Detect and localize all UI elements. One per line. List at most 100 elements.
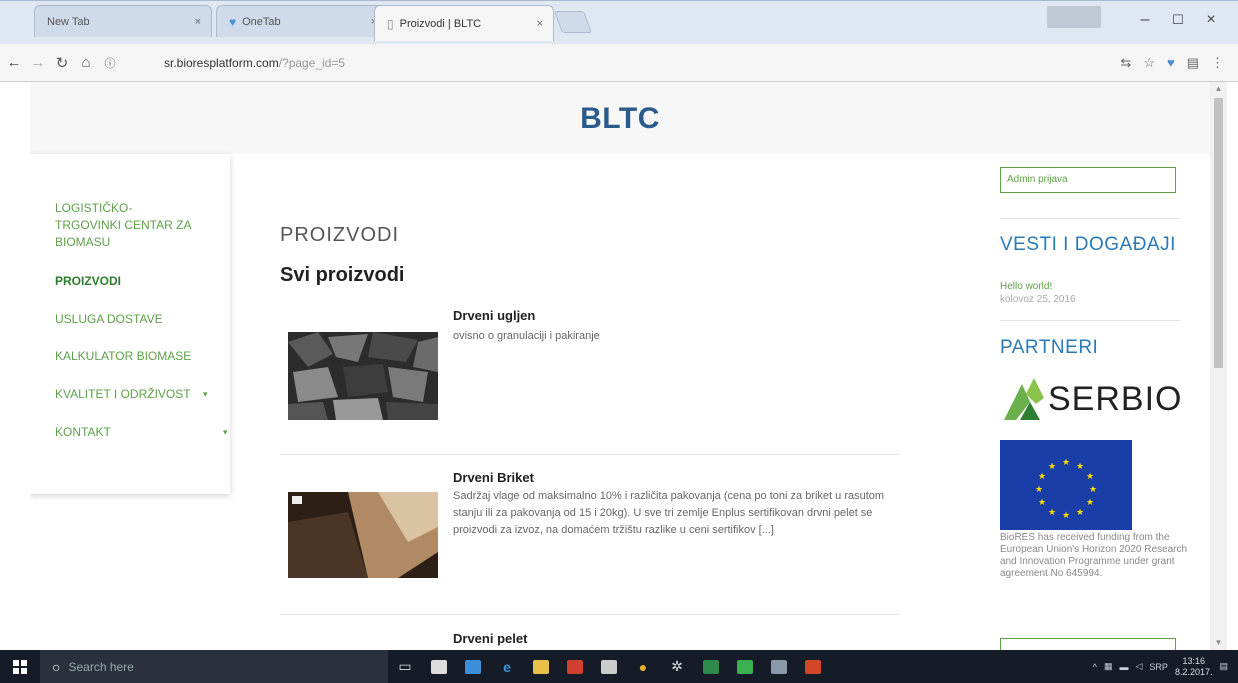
back-icon[interactable]: ← (4, 54, 24, 71)
tab-new-tab[interactable]: New Tab × (34, 5, 212, 37)
product-title[interactable]: Drveni pelet (453, 631, 527, 646)
scroll-up-icon[interactable]: ▲ (1210, 82, 1227, 96)
windows-icon (13, 659, 27, 674)
menu-icon[interactable]: ⋮ (1211, 55, 1224, 71)
pdf-icon[interactable] (558, 650, 592, 683)
taskbar: ○ Search here ▭ e ● ✲ ^ ▦ ▬ ◁ SRP 13:16 … (0, 650, 1238, 683)
tab-label: New Tab (47, 15, 90, 28)
briket-image (288, 492, 438, 578)
product-image-charcoal[interactable] (288, 332, 438, 420)
product-title[interactable]: Drveni Briket (453, 470, 534, 485)
svg-text:★: ★ (1076, 508, 1084, 518)
star-icon[interactable]: ☆ (1143, 55, 1155, 71)
minimize-icon[interactable]: – (1130, 7, 1160, 33)
svg-text:★: ★ (1048, 508, 1056, 518)
file-explorer-icon[interactable] (524, 650, 558, 683)
maximize-icon[interactable]: ☐ (1163, 7, 1193, 33)
nav-item-usluga-dostave[interactable]: USLUGA DOSTAVE (55, 311, 163, 328)
eu-stars-icon: ★ ★★ ★★★ ★★★ ★★★ (1035, 458, 1097, 521)
clock[interactable]: 13:16 8.2.2017. (1175, 656, 1213, 678)
network-icon[interactable]: ▦ (1104, 661, 1113, 672)
powerpoint-icon[interactable] (796, 650, 830, 683)
svg-text:★: ★ (1076, 462, 1084, 472)
nav-item-proizvodi[interactable]: PROIZVODI (55, 273, 121, 290)
scroll-down-icon[interactable]: ▼ (1210, 636, 1227, 650)
news-heading: VESTI I DOGAĐAJI (1000, 234, 1176, 255)
info-icon[interactable]: ⓘ (100, 55, 120, 71)
extension-icon[interactable]: ▤ (1187, 55, 1199, 71)
settings-icon[interactable]: ✲ (660, 650, 694, 683)
tab-label: Proizvodi | BLTC (399, 17, 482, 30)
submenu-indicator-icon: ▾ (203, 389, 208, 399)
toolbar-icons: ⇆ ☆ ♥ ▤ ⋮ (1120, 55, 1224, 71)
clock-date: 8.2.2017. (1174, 666, 1213, 677)
home-icon[interactable]: ⌂ (76, 54, 96, 71)
store-icon[interactable] (422, 650, 456, 683)
admin-login-link[interactable]: Admin prijava (1000, 167, 1176, 193)
chrome-icon[interactable]: ● (626, 650, 660, 683)
app-icon[interactable] (762, 650, 796, 683)
people-icon[interactable] (456, 650, 490, 683)
url-field[interactable]: sr.bioresplatform.com/?page_id=5 (164, 53, 1064, 73)
nav-item-kontakt[interactable]: KONTAKT ▾ (55, 424, 235, 441)
svg-text:★: ★ (1089, 485, 1097, 495)
product-title[interactable]: Drveni ugljen (453, 308, 535, 323)
new-tab-button[interactable] (553, 11, 593, 33)
taskbar-search[interactable]: ○ Search here (40, 650, 388, 683)
serbio-logo[interactable]: SERBIO (1000, 374, 1190, 424)
product-image-briket[interactable] (288, 492, 438, 578)
svg-text:★: ★ (1062, 511, 1070, 521)
close-icon[interactable]: × (195, 16, 201, 28)
nav-item-kalkulator[interactable]: KALKULATOR BIOMASE (55, 348, 191, 365)
product-divider (280, 454, 900, 455)
translate-icon[interactable]: ⇆ (1120, 55, 1131, 71)
forward-icon[interactable]: → (28, 54, 48, 71)
window-close-icon[interactable]: × (1196, 7, 1226, 33)
serbio-leaf-icon (1004, 378, 1044, 420)
nav-label: KVALITET I ODRŽIVOST (55, 387, 191, 401)
user-badge[interactable] (1047, 6, 1101, 28)
browser-tab-strip: New Tab × ♥ OneTab × ▯ Proizvodi | BLTC … (0, 0, 1238, 44)
tab-onetab[interactable]: ♥ OneTab × (216, 5, 388, 37)
web-page: BLTC LOGISTIČKO- TRGOVINKI CENTAR ZA BIO… (30, 82, 1210, 650)
edge-icon[interactable]: e (490, 650, 524, 683)
start-button[interactable] (0, 650, 40, 683)
nav-item-logisticko[interactable]: LOGISTIČKO- TRGOVINKI CENTAR ZA BIOMASU (55, 200, 191, 251)
volume-icon[interactable]: ◁ (1136, 661, 1143, 672)
news-link[interactable]: Hello world! (1000, 281, 1052, 292)
sidebar-box[interactable] (1000, 638, 1176, 650)
nav-item-kvalitet[interactable]: KVALITET I ODRŽIVOST ▾ (55, 386, 208, 403)
language-indicator[interactable]: SRP (1149, 662, 1168, 672)
sidebar-divider (1000, 218, 1180, 219)
app-icon[interactable] (728, 650, 762, 683)
calculator-icon[interactable] (592, 650, 626, 683)
chevron-up-icon[interactable]: ^ (1093, 662, 1097, 672)
onetab-icon: ♥ (229, 14, 237, 29)
eu-funding-text: BioRES has received funding from the Eur… (1000, 532, 1188, 579)
svg-text:★: ★ (1038, 498, 1046, 508)
section-subtitle: Svi proizvodi (280, 264, 405, 286)
product-divider (280, 614, 900, 615)
svg-text:★: ★ (1086, 498, 1094, 508)
site-title[interactable]: BLTC (30, 102, 1210, 136)
close-icon[interactable]: × (537, 18, 543, 30)
scroll-thumb[interactable] (1214, 98, 1223, 368)
page-icon: ▯ (387, 16, 394, 31)
task-view-icon[interactable]: ▭ (388, 650, 422, 683)
svg-text:★: ★ (1086, 472, 1094, 482)
tab-proizvodi[interactable]: ▯ Proizvodi | BLTC × (374, 5, 554, 41)
notification-icon[interactable]: ▤ (1219, 661, 1228, 672)
url-path: /?page_id=5 (278, 56, 346, 70)
page-title: PROIZVODI (280, 224, 400, 246)
reload-icon[interactable]: ↻ (52, 54, 72, 72)
partners-heading: PARTNERI (1000, 337, 1099, 358)
tab-label: OneTab (242, 15, 281, 28)
cortana-icon: ○ (52, 658, 61, 675)
svg-text:★: ★ (1038, 472, 1046, 482)
battery-icon[interactable]: ▬ (1120, 662, 1129, 672)
excel-icon[interactable] (694, 650, 728, 683)
onetab-icon[interactable]: ♥ (1167, 55, 1175, 71)
page-scrollbar[interactable]: ▲ ▼ (1210, 82, 1227, 650)
product-description: ovisno o granulaciji i pakiranje (453, 330, 600, 342)
eu-flag[interactable]: ★ ★ ★ ★ ★ ★ ★ ★ ★ ★ ★ ★ (1000, 440, 1132, 530)
